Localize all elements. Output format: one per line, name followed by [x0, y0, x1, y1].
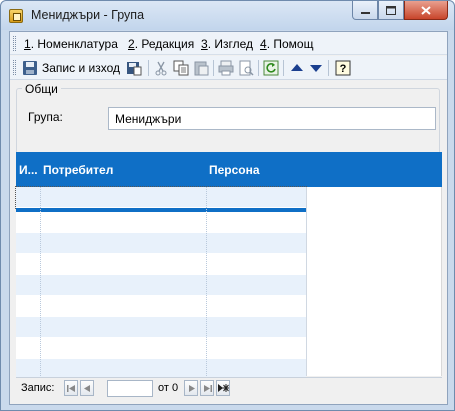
move-down-button[interactable] — [308, 59, 324, 77]
toolbar-separator — [283, 60, 284, 76]
table-row — [16, 317, 306, 338]
menu-nomenclature[interactable]: 1. Номенклатура — [24, 37, 118, 51]
new-record-button[interactable] — [216, 380, 230, 396]
last-record-icon — [203, 384, 212, 392]
maximize-icon — [386, 5, 396, 15]
paste-button[interactable] — [193, 59, 209, 77]
menu-bar: 1. Номенклатура 2. Редакция 3. Изглед 4.… — [10, 32, 447, 55]
window-title: Мениджъри - Група — [31, 8, 145, 22]
toolbar-separator — [258, 60, 259, 76]
save-exit-button[interactable]: Запис и изход — [22, 59, 120, 77]
table-row — [16, 233, 306, 254]
save-as-icon — [126, 60, 142, 76]
print-preview-button[interactable] — [238, 59, 254, 77]
first-record-icon — [66, 384, 75, 392]
minimize-icon — [360, 11, 370, 14]
close-button[interactable] — [404, 1, 448, 20]
maximize-button[interactable] — [378, 1, 404, 20]
group-name-field[interactable]: Мениджъри — [108, 107, 436, 130]
menu-view[interactable]: 3. Изглед — [201, 37, 253, 51]
window: Мениджъри - Група 1. Номенклатура 2. Ред… — [0, 0, 455, 411]
title-bar[interactable]: Мениджъри - Група — [1, 1, 454, 30]
move-up-icon — [289, 60, 305, 76]
column-header-user[interactable]: Потребител — [43, 163, 113, 177]
record-number-input[interactable] — [107, 380, 153, 397]
menu-grip[interactable] — [13, 36, 16, 51]
column-divider — [306, 187, 307, 376]
table-row — [16, 296, 306, 317]
previous-record-icon — [83, 384, 90, 392]
toolbar-grip[interactable] — [13, 60, 16, 75]
paste-icon — [193, 60, 209, 76]
groupbox-legend: Общи — [22, 82, 61, 96]
table-row — [16, 212, 306, 233]
last-record-button[interactable] — [200, 380, 214, 396]
client-area: 1. Номенклатура 2. Редакция 3. Изглед 4.… — [9, 31, 448, 405]
move-down-icon — [308, 60, 324, 76]
grid-rows — [15, 186, 307, 380]
minimize-button[interactable] — [352, 1, 378, 20]
table-row — [16, 338, 306, 359]
record-label: Запис: — [21, 382, 55, 394]
menu-help[interactable]: 4. Помощ — [260, 37, 313, 51]
svg-text:?: ? — [340, 63, 347, 75]
print-icon — [218, 60, 234, 76]
refresh-button[interactable] — [263, 59, 279, 77]
help-button[interactable]: ? — [335, 59, 351, 77]
column-header-id[interactable]: И... — [19, 163, 38, 177]
toolbar-separator — [148, 60, 149, 76]
first-record-button[interactable] — [64, 380, 78, 396]
record-count: от 0 — [158, 382, 179, 394]
toolbar: Запис и изход ? — [10, 56, 447, 80]
copy-icon — [173, 60, 189, 76]
table-row — [16, 254, 306, 275]
users-grid[interactable]: И... Потребител Персона — [15, 152, 442, 380]
close-icon — [421, 5, 431, 15]
toolbar-separator — [213, 60, 214, 76]
group-field-label: Група: — [28, 110, 63, 124]
menu-edit[interactable]: 2. Редакция — [128, 37, 194, 51]
previous-record-button[interactable] — [80, 380, 94, 396]
copy-button[interactable] — [173, 59, 189, 77]
new-record-icon — [217, 384, 229, 392]
print-preview-icon — [238, 60, 254, 76]
column-header-person[interactable]: Персона — [209, 163, 260, 177]
cut-icon — [153, 60, 169, 76]
refresh-icon — [263, 60, 279, 76]
window-controls — [352, 1, 448, 21]
cut-button[interactable] — [153, 59, 169, 77]
print-button[interactable] — [218, 59, 234, 77]
next-record-icon — [188, 384, 195, 392]
help-icon: ? — [335, 60, 351, 76]
save-exit-icon — [22, 60, 38, 76]
table-row-new[interactable] — [15, 186, 307, 209]
toolbar-separator — [328, 60, 329, 76]
column-divider — [206, 187, 207, 376]
next-record-button[interactable] — [184, 380, 198, 396]
table-row — [16, 275, 306, 296]
save-as-button[interactable] — [126, 59, 142, 77]
record-navigator: Запис: от 0 — [16, 377, 442, 399]
column-divider — [40, 187, 41, 376]
move-up-button[interactable] — [289, 59, 305, 77]
grid-header: И... Потребител Персона — [16, 152, 442, 187]
app-icon[interactable] — [9, 9, 23, 23]
